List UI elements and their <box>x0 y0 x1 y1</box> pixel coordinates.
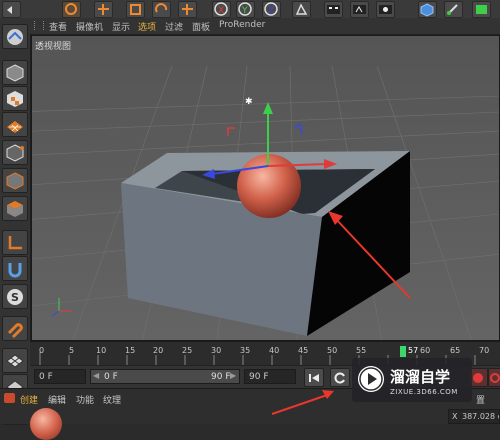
move-icon-2[interactable] <box>178 1 197 18</box>
texture-icon[interactable] <box>2 112 28 137</box>
rotate-icon[interactable] <box>152 1 171 18</box>
range-left-arrow-icon[interactable]: ◀ <box>93 371 99 380</box>
menu-view[interactable]: 查看 <box>49 20 67 33</box>
watermark-play-icon <box>358 366 384 392</box>
tick-label: 10 <box>96 346 107 355</box>
current-frame-label: 57 <box>408 346 419 355</box>
svg-text:X: X <box>218 6 224 16</box>
range-right-arrow-icon[interactable]: ▶ <box>230 371 236 380</box>
range-end-value: 90 F <box>211 372 231 382</box>
tick-label: 60 <box>420 346 431 355</box>
tick-label: 50 <box>327 346 338 355</box>
tick-label: 0 <box>39 346 45 355</box>
go-to-start-icon[interactable] <box>304 368 324 387</box>
top-toolbar: X Y Z <box>0 0 500 19</box>
move-icon[interactable] <box>94 1 113 18</box>
tick-label: 20 <box>153 346 164 355</box>
playhead-marker[interactable] <box>400 346 406 357</box>
scale-icon[interactable] <box>126 1 145 18</box>
menu-display[interactable]: 显示 <box>112 20 130 33</box>
tick-label: 45 <box>298 346 309 355</box>
tick-label: 25 <box>182 346 193 355</box>
select-icon[interactable] <box>62 1 81 18</box>
material-logo-icon <box>4 393 15 403</box>
range-start-value: 0 F <box>104 372 118 382</box>
tick-label: 70 <box>479 346 490 355</box>
viewport-menu-bar: 查看 摄像机 显示 选项 过滤 面板 ProRender <box>30 18 500 35</box>
frame-range-slider[interactable]: ◀ 0 F 90 F ▶ <box>90 369 240 384</box>
edges-icon[interactable] <box>2 168 28 193</box>
render-settings-icon[interactable] <box>376 1 395 18</box>
start-frame-field[interactable]: 0 F <box>34 369 86 384</box>
subdivide-icon[interactable] <box>472 1 491 18</box>
polygons-icon[interactable] <box>2 196 28 221</box>
menu-panel[interactable]: 面板 <box>192 20 210 33</box>
menu-prorender[interactable]: ProRender <box>219 20 265 30</box>
attribute-panel-label: 置 <box>476 396 486 406</box>
object-mode-icon[interactable] <box>2 24 28 49</box>
drag-handle-icon[interactable] <box>34 21 44 30</box>
cube-mode-icon[interactable] <box>2 60 28 85</box>
pen-icon[interactable] <box>444 1 463 18</box>
points-icon[interactable] <box>2 140 28 165</box>
tick-label: 15 <box>125 346 136 355</box>
x-axis-icon[interactable]: X <box>212 1 231 18</box>
material-menu-texture[interactable]: 纹理 <box>103 393 121 406</box>
menu-options[interactable]: 选项 <box>138 20 156 33</box>
render-view-icon[interactable] <box>350 1 369 18</box>
coord-value: 387.028 c <box>462 412 500 421</box>
material-menu-function[interactable]: 功能 <box>76 393 94 406</box>
watermark-url: ZIXUE.3D66.COM <box>390 388 458 396</box>
tick-label: 65 <box>450 346 461 355</box>
watermark-brand: 溜溜自学 <box>390 368 451 386</box>
render-icon[interactable] <box>324 1 343 18</box>
svg-text:S: S <box>11 291 19 304</box>
material-menu-create[interactable]: 创建 <box>20 393 38 406</box>
magnet-icon[interactable] <box>2 316 28 341</box>
snap-icon[interactable]: S <box>2 284 28 309</box>
material-preview-sphere[interactable] <box>30 408 62 440</box>
watermark: 溜溜自学 ZIXUE.3D66.COM <box>352 358 472 402</box>
light-icon: ✱ <box>245 97 253 107</box>
tick-label: 55 <box>356 346 367 355</box>
autokey-icon[interactable] <box>488 368 500 387</box>
menu-camera[interactable]: 摄像机 <box>76 20 103 33</box>
magnet-snap-icon[interactable] <box>2 256 28 281</box>
coordinate-icon[interactable] <box>292 1 311 18</box>
svg-text:Y: Y <box>241 6 248 16</box>
tick-label: 30 <box>211 346 222 355</box>
svg-text:Z: Z <box>268 6 274 16</box>
axis-icon[interactable] <box>2 230 28 255</box>
scene-canvas[interactable]: ✱ <box>32 36 500 341</box>
cube-icon[interactable] <box>418 1 437 18</box>
tick-label: 5 <box>69 346 75 355</box>
loop-icon[interactable] <box>330 368 350 387</box>
annotation-arrow-bottom <box>271 390 334 415</box>
coord-axis-label: X <box>452 412 458 421</box>
undo-icon[interactable] <box>2 1 21 18</box>
perspective-viewport[interactable]: ✱ 透视视图 <box>31 35 500 341</box>
grid-icon[interactable] <box>2 348 28 373</box>
coordinate-field[interactable]: X 387.028 c <box>448 409 500 424</box>
z-axis-icon[interactable]: Z <box>262 1 281 18</box>
left-toolbar: S <box>0 18 31 425</box>
menu-filter[interactable]: 过滤 <box>165 20 183 33</box>
tick-label: 35 <box>240 346 251 355</box>
material-menu-edit[interactable]: 编辑 <box>48 393 66 406</box>
viewport-title: 透视视图 <box>35 42 72 52</box>
checker-icon[interactable] <box>2 86 28 111</box>
end-frame-field[interactable]: 90 F <box>244 369 296 384</box>
y-axis-icon[interactable]: Y <box>236 1 255 18</box>
tick-label: 40 <box>269 346 280 355</box>
